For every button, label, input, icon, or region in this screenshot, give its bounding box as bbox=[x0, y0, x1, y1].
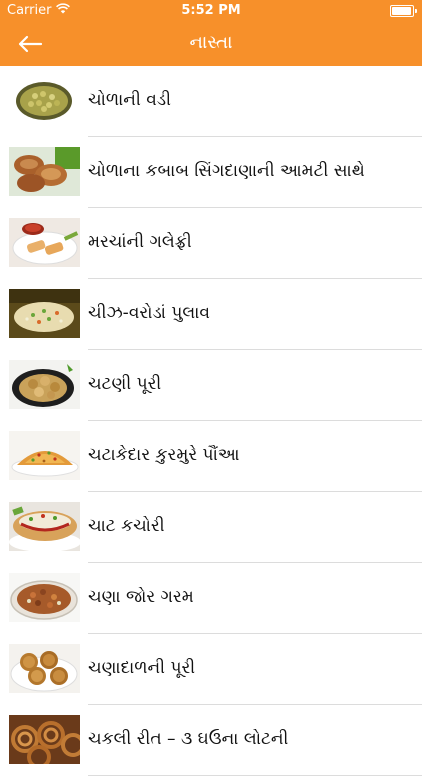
recipe-thumbnail bbox=[9, 431, 80, 480]
list-item[interactable]: ચકલી રીત – ૩ ઘઉંના લોટની bbox=[0, 705, 422, 776]
list-item-label: ચોળાના કબાબ સિંગદાણાની આમટી સાથે bbox=[88, 161, 365, 181]
battery-fill bbox=[392, 7, 411, 15]
recipe-thumbnail bbox=[9, 502, 80, 551]
nav-bar: નાસ્તા bbox=[0, 22, 422, 66]
recipe-thumbnail bbox=[9, 715, 80, 764]
recipe-thumbnail bbox=[9, 76, 80, 125]
list-item-label: મરચાંની ગલેફ્રી bbox=[88, 232, 192, 252]
list-item[interactable]: ચોળાની વડી bbox=[0, 66, 422, 137]
list-item-label: ચણાદાળની પૂરી bbox=[88, 658, 196, 678]
status-bar: Carrier 5:52 PM bbox=[0, 0, 422, 22]
list-item-label: ચોળાની વડી bbox=[88, 90, 171, 110]
list-item[interactable]: ચણા જોર ગરમ bbox=[0, 563, 422, 634]
page-title: નાસ્તા bbox=[189, 32, 233, 53]
list-item-label: ચીઝ-વરોડાં પુલાવ bbox=[88, 303, 210, 323]
list-item-label: ચણા જોર ગરમ bbox=[88, 587, 194, 607]
battery-icon bbox=[390, 5, 417, 17]
recipe-thumbnail bbox=[9, 218, 80, 267]
recipe-thumbnail bbox=[9, 644, 80, 693]
list-item[interactable]: મરચાંની ગલેફ્રી bbox=[0, 208, 422, 279]
list-item[interactable]: ચટાકેદાર કુરમુરે પૌંઆ bbox=[0, 421, 422, 492]
list-item-label: ચાટ કચોરી bbox=[88, 516, 165, 536]
list-item-label: ચકલી રીત – ૩ ઘઉંના લોટની bbox=[88, 729, 289, 749]
recipe-thumbnail bbox=[9, 573, 80, 622]
recipe-thumbnail bbox=[9, 289, 80, 338]
list-item[interactable]: ચટણી પૂરી bbox=[0, 350, 422, 421]
list-item[interactable]: ચાટ કચોરી bbox=[0, 492, 422, 563]
list-item-label: ચટાકેદાર કુરમુરે પૌંઆ bbox=[88, 445, 240, 465]
status-time: 5:52 PM bbox=[181, 3, 241, 18]
recipe-thumbnail bbox=[9, 360, 80, 409]
recipe-list: ચોળાની વડી ચોળાના કબાબ સિંગદાણાની આમટી સ… bbox=[0, 66, 422, 776]
header: Carrier 5:52 PM નાસ્તા bbox=[0, 0, 422, 66]
list-item[interactable]: ચોળાના કબાબ સિંગદાણાની આમટી સાથે bbox=[0, 137, 422, 208]
list-item[interactable]: ચણાદાળની પૂરી bbox=[0, 634, 422, 705]
list-item-label: ચટણી પૂરી bbox=[88, 374, 162, 394]
recipe-thumbnail bbox=[9, 147, 80, 196]
list-item[interactable]: ચીઝ-વરોડાં પુલાવ bbox=[0, 279, 422, 350]
